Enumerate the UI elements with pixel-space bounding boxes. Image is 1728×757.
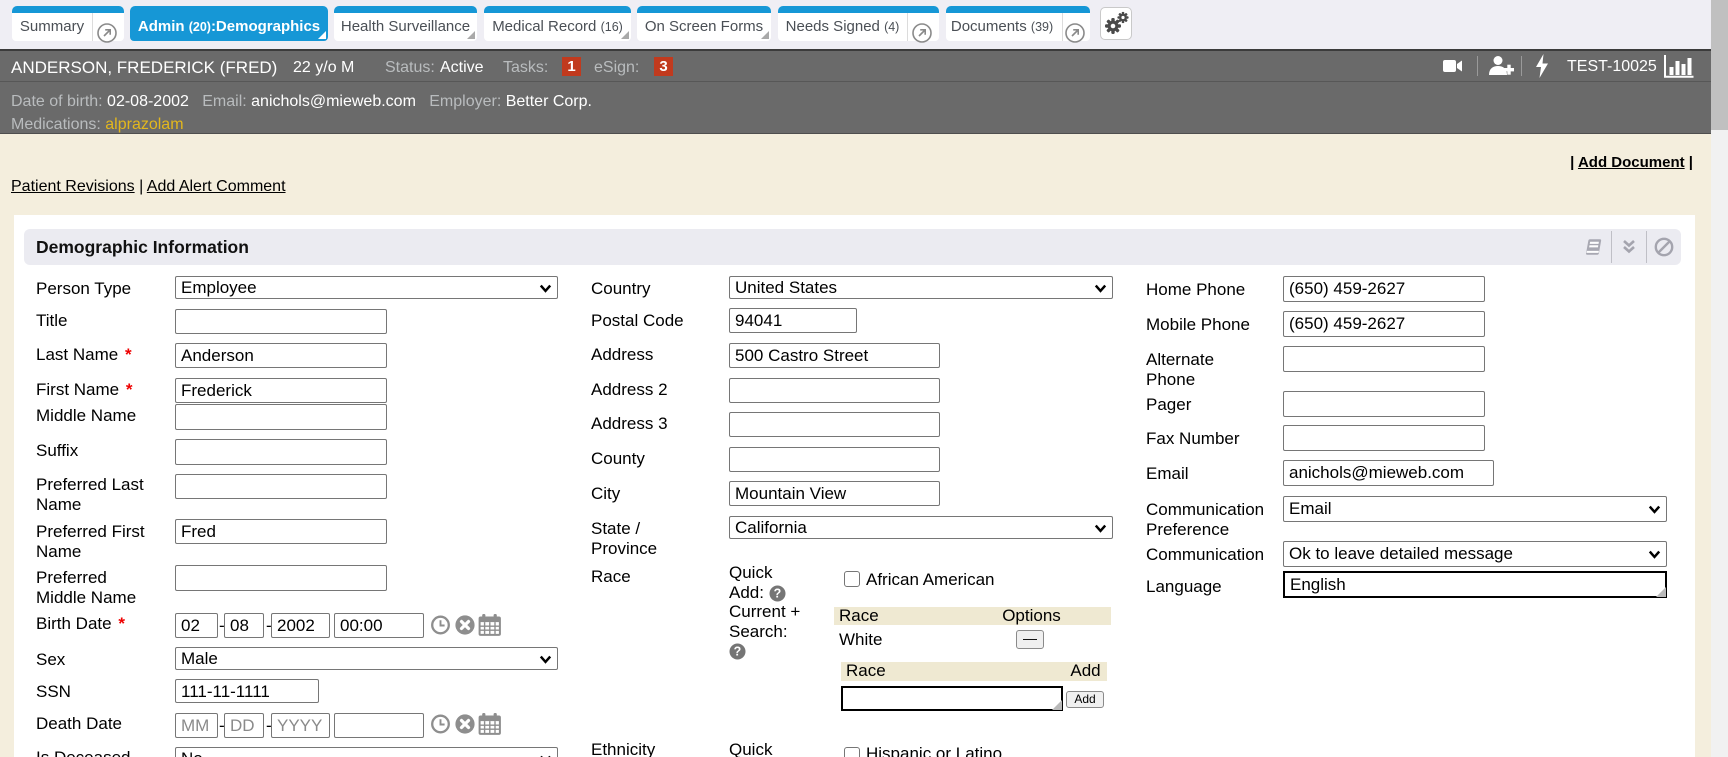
- svg-text:?: ?: [773, 586, 781, 600]
- svg-text:?: ?: [734, 645, 742, 659]
